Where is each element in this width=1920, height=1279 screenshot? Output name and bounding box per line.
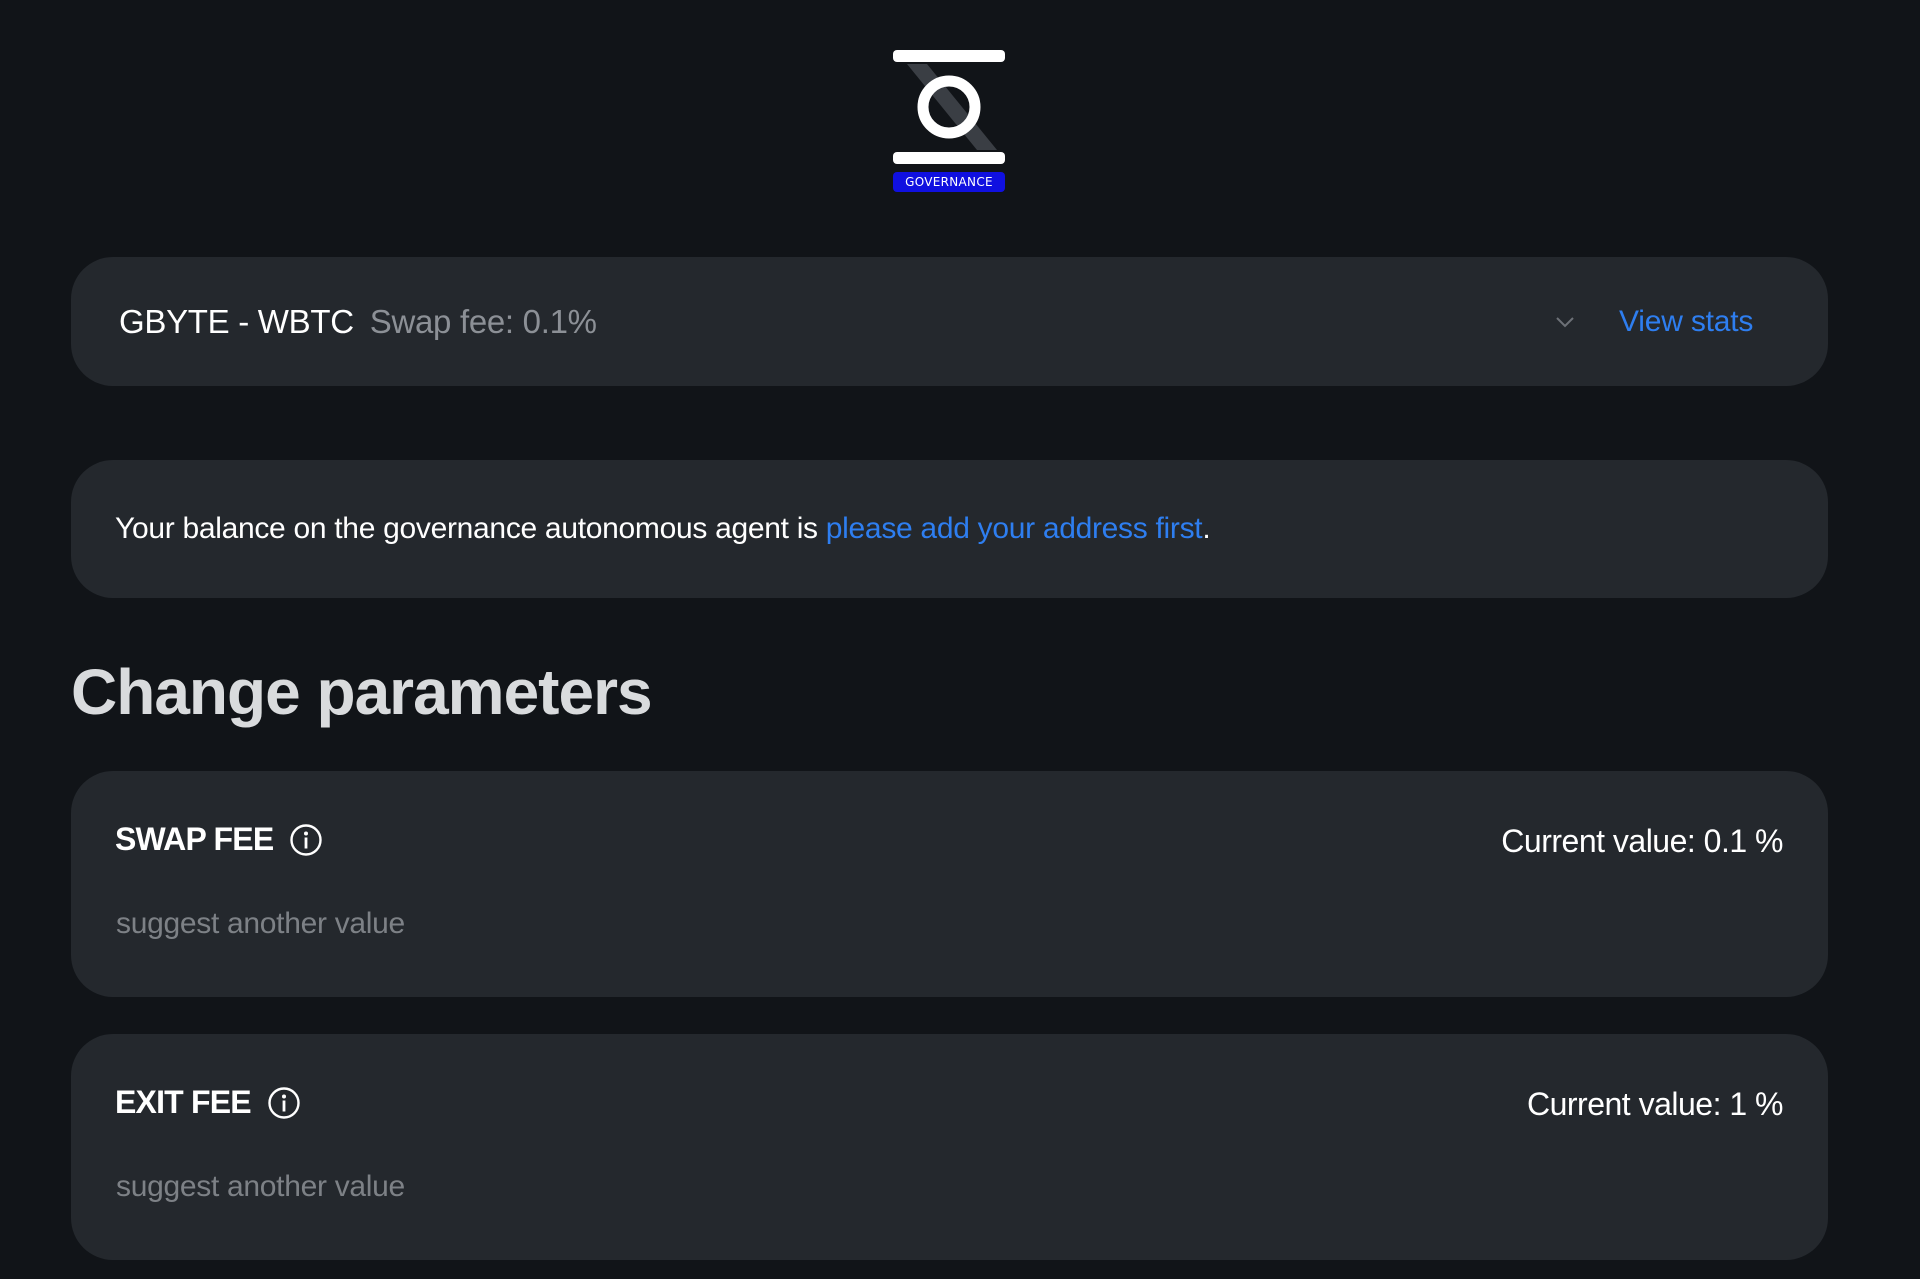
page-title: Change parameters [71,656,653,728]
info-icon[interactable] [289,823,323,857]
pool-select-dropdown[interactable]: GBYTE - WBTC Swap fee: 0.1% [119,257,1609,386]
param-card-exit-fee: EXIT FEE Current value: 1 % suggest anot… [71,1034,1828,1260]
governance-logo-icon [893,50,1005,164]
current-value: Current value: 0.1 % [1501,823,1783,859]
balance-message: Your balance on the governance autonomou… [115,460,1211,598]
governance-logo: GOVERNANCE [893,50,1005,194]
balance-suffix-text: . [1202,512,1211,545]
balance-prefix-text: Your balance on the governance autonomou… [115,512,826,545]
current-value: Current value: 1 % [1526,1086,1784,1122]
pool-fee-label: Swap fee: 0.1% [369,302,597,340]
suggest-value-link[interactable]: suggest another value [116,907,405,941]
balance-card: Your balance on the governance autonomou… [71,460,1828,598]
param-name: SWAP FEE [115,821,274,857]
governance-page: GOVERNANCE GBYTE - WBTC Swap fee: 0.1% V… [0,0,1920,1279]
governance-badge: GOVERNANCE [893,172,1005,192]
view-stats-link[interactable]: View stats [1619,257,1753,386]
info-icon[interactable] [267,1086,301,1120]
param-title: EXIT FEE [115,1084,301,1121]
add-address-link[interactable]: please add your address first [826,512,1203,545]
suggest-value-link[interactable]: suggest another value [116,1170,405,1204]
pool-selector-card: GBYTE - WBTC Swap fee: 0.1% View stats [71,257,1828,386]
chevron-down-icon[interactable] [1554,311,1576,333]
pool-pair-label: GBYTE - WBTC [119,302,354,340]
param-name: EXIT FEE [115,1084,252,1120]
param-card-swap-fee: SWAP FEE Current value: 0.1 % suggest an… [71,771,1828,997]
param-title: SWAP FEE [115,821,323,858]
